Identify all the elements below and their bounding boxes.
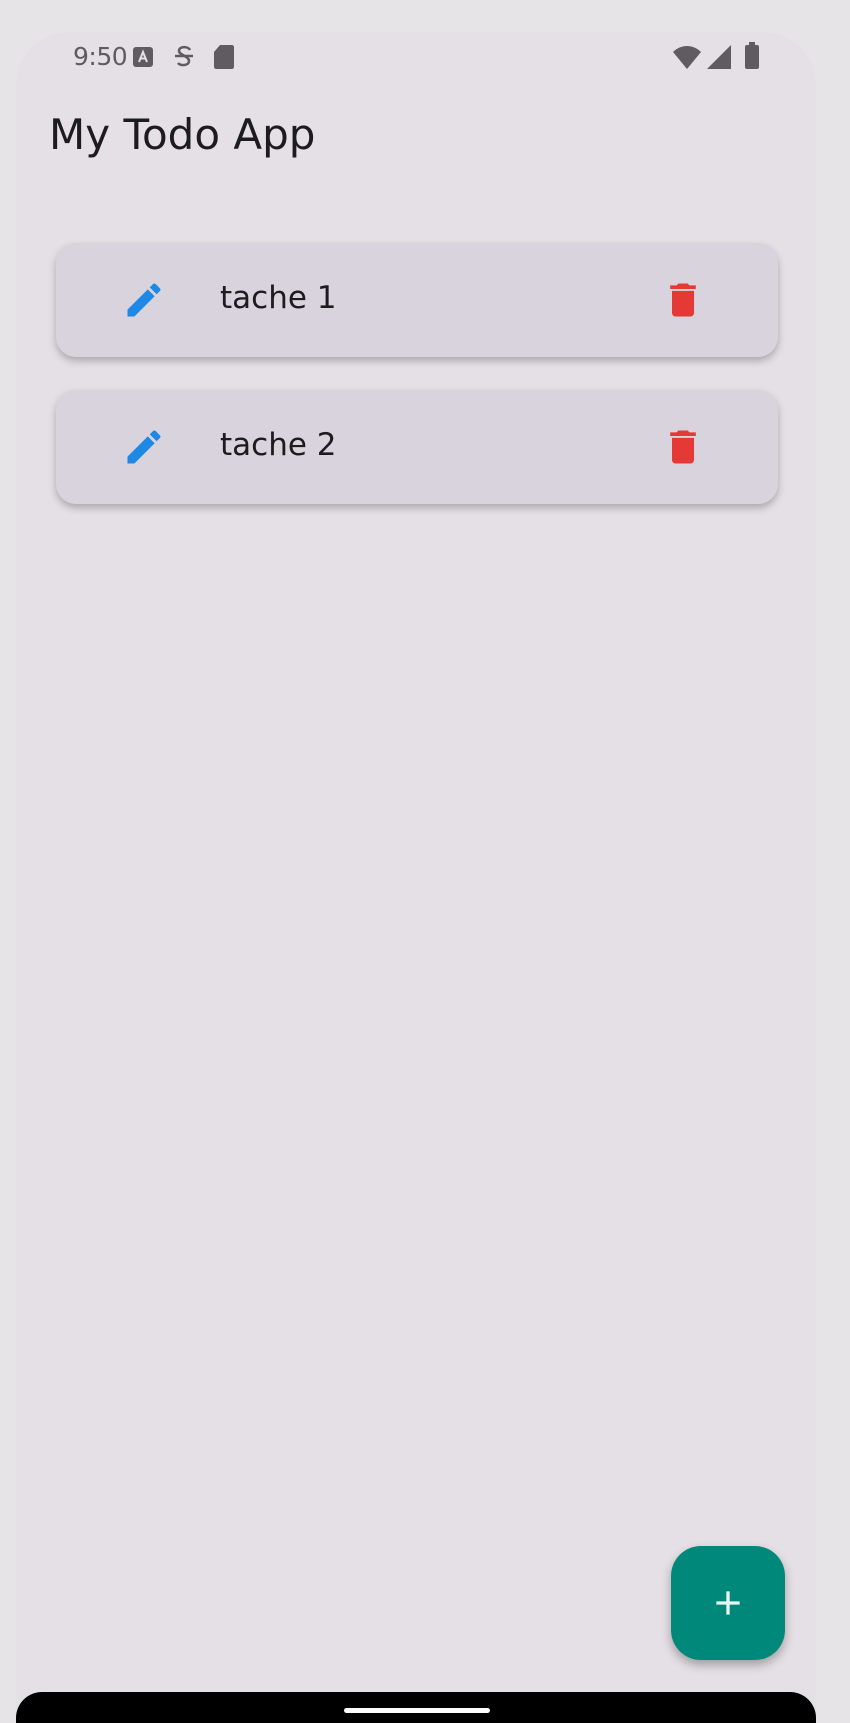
edit-icon — [127, 283, 161, 317]
phone-screen: 9:50 My Todo App tache 1 tache 2 — [16, 32, 816, 1723]
edit-button[interactable] — [114, 270, 174, 330]
delete-icon — [670, 283, 696, 317]
notification-strike-icon — [175, 45, 193, 67]
list-item: tache 2 — [56, 390, 778, 504]
cell-signal-icon — [707, 45, 731, 69]
delete-button[interactable] — [653, 417, 713, 477]
add-todo-button[interactable] — [671, 1546, 785, 1660]
delete-button[interactable] — [653, 270, 713, 330]
notification-app-icon — [133, 47, 153, 67]
edit-button[interactable] — [114, 417, 174, 477]
todo-list: tache 1 tache 2 — [56, 243, 778, 537]
add-icon — [716, 1591, 740, 1615]
home-gesture-handle[interactable] — [344, 1708, 490, 1713]
sd-card-icon — [214, 45, 234, 69]
wifi-icon — [673, 46, 701, 69]
list-item: tache 1 — [56, 243, 778, 357]
page-title: My Todo App — [49, 110, 316, 159]
battery-icon — [745, 42, 759, 69]
edit-icon — [127, 430, 161, 464]
todo-label: tache 2 — [220, 427, 337, 463]
status-bar: 9:50 — [16, 32, 816, 88]
status-time: 9:50 — [73, 42, 128, 71]
todo-label: tache 1 — [220, 280, 337, 316]
delete-icon — [670, 430, 696, 464]
